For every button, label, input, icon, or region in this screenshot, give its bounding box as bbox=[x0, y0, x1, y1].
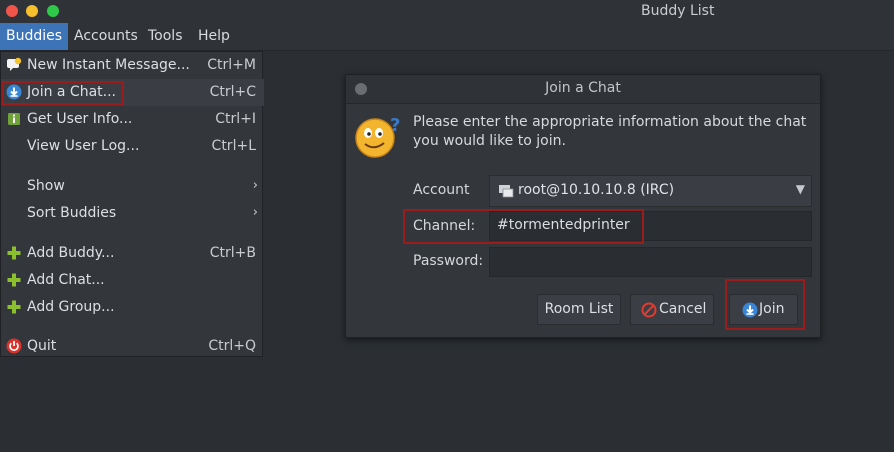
dialog-title-bar: Join a Chat bbox=[346, 75, 820, 104]
minimize-window-button[interactable] bbox=[26, 5, 38, 17]
menu-item-new-instant-message[interactable]: New Instant Message... Ctrl+M bbox=[1, 52, 264, 79]
buddies-menu: New Instant Message... Ctrl+M Join a Cha… bbox=[0, 51, 264, 360]
menu-item-add-chat[interactable]: Add Chat... bbox=[1, 267, 264, 294]
dialog-title: Join a Chat bbox=[545, 80, 621, 96]
irc-icon bbox=[499, 185, 514, 198]
close-window-button[interactable] bbox=[6, 5, 18, 17]
join-highlight bbox=[725, 279, 805, 330]
menu-item-show[interactable]: Show › bbox=[1, 173, 264, 200]
join-chat-highlight bbox=[2, 81, 124, 105]
room-list-button[interactable]: Room List bbox=[537, 294, 621, 325]
submenu-arrow-icon: › bbox=[252, 178, 258, 193]
info-icon bbox=[8, 113, 20, 125]
dialog-message: Please enter the appropriate information… bbox=[413, 114, 807, 149]
menu-bar: Buddies Accounts Tools Help bbox=[0, 23, 894, 51]
menu-tools[interactable]: Tools bbox=[142, 23, 189, 50]
menu-item-view-user-log[interactable]: View User Log... Ctrl+L bbox=[1, 133, 264, 160]
title-bar: Buddy List bbox=[0, 0, 894, 24]
password-label: Password: bbox=[413, 253, 484, 269]
menu-item-add-group[interactable]: Add Group... bbox=[1, 294, 264, 321]
menu-item-get-user-info[interactable]: Get User Info... Ctrl+I bbox=[1, 106, 264, 133]
maximize-window-button[interactable] bbox=[47, 5, 59, 17]
menu-item-add-buddy[interactable]: Add Buddy... Ctrl+B bbox=[1, 240, 264, 267]
question-smiley-icon: ? bbox=[355, 115, 400, 158]
menu-item-quit[interactable]: Quit Ctrl+Q bbox=[1, 333, 264, 360]
add-icon bbox=[7, 300, 21, 314]
message-icon bbox=[7, 57, 22, 71]
join-chat-dialog: Join a Chat ? Please enter the appropria… bbox=[345, 74, 821, 338]
add-icon bbox=[7, 273, 21, 287]
submenu-arrow-icon: › bbox=[252, 205, 258, 220]
channel-highlight bbox=[403, 209, 644, 244]
chevron-down-icon: ▼ bbox=[795, 182, 805, 196]
menu-item-sort-buddies[interactable]: Sort Buddies › bbox=[1, 200, 264, 227]
power-icon bbox=[6, 338, 22, 354]
cancel-button[interactable]: Cancel bbox=[630, 294, 714, 325]
window-title: Buddy List bbox=[641, 3, 715, 19]
password-field[interactable] bbox=[489, 247, 812, 277]
menu-help[interactable]: Help bbox=[192, 23, 236, 50]
add-icon bbox=[7, 246, 21, 260]
cancel-icon bbox=[641, 302, 657, 318]
menu-accounts[interactable]: Accounts bbox=[68, 23, 144, 50]
svg-text:?: ? bbox=[390, 115, 400, 136]
menu-buddies[interactable]: Buddies bbox=[0, 23, 69, 50]
account-select[interactable]: root@10.10.10.8 (IRC) ▼ bbox=[489, 175, 812, 207]
account-label: Account bbox=[413, 182, 470, 198]
